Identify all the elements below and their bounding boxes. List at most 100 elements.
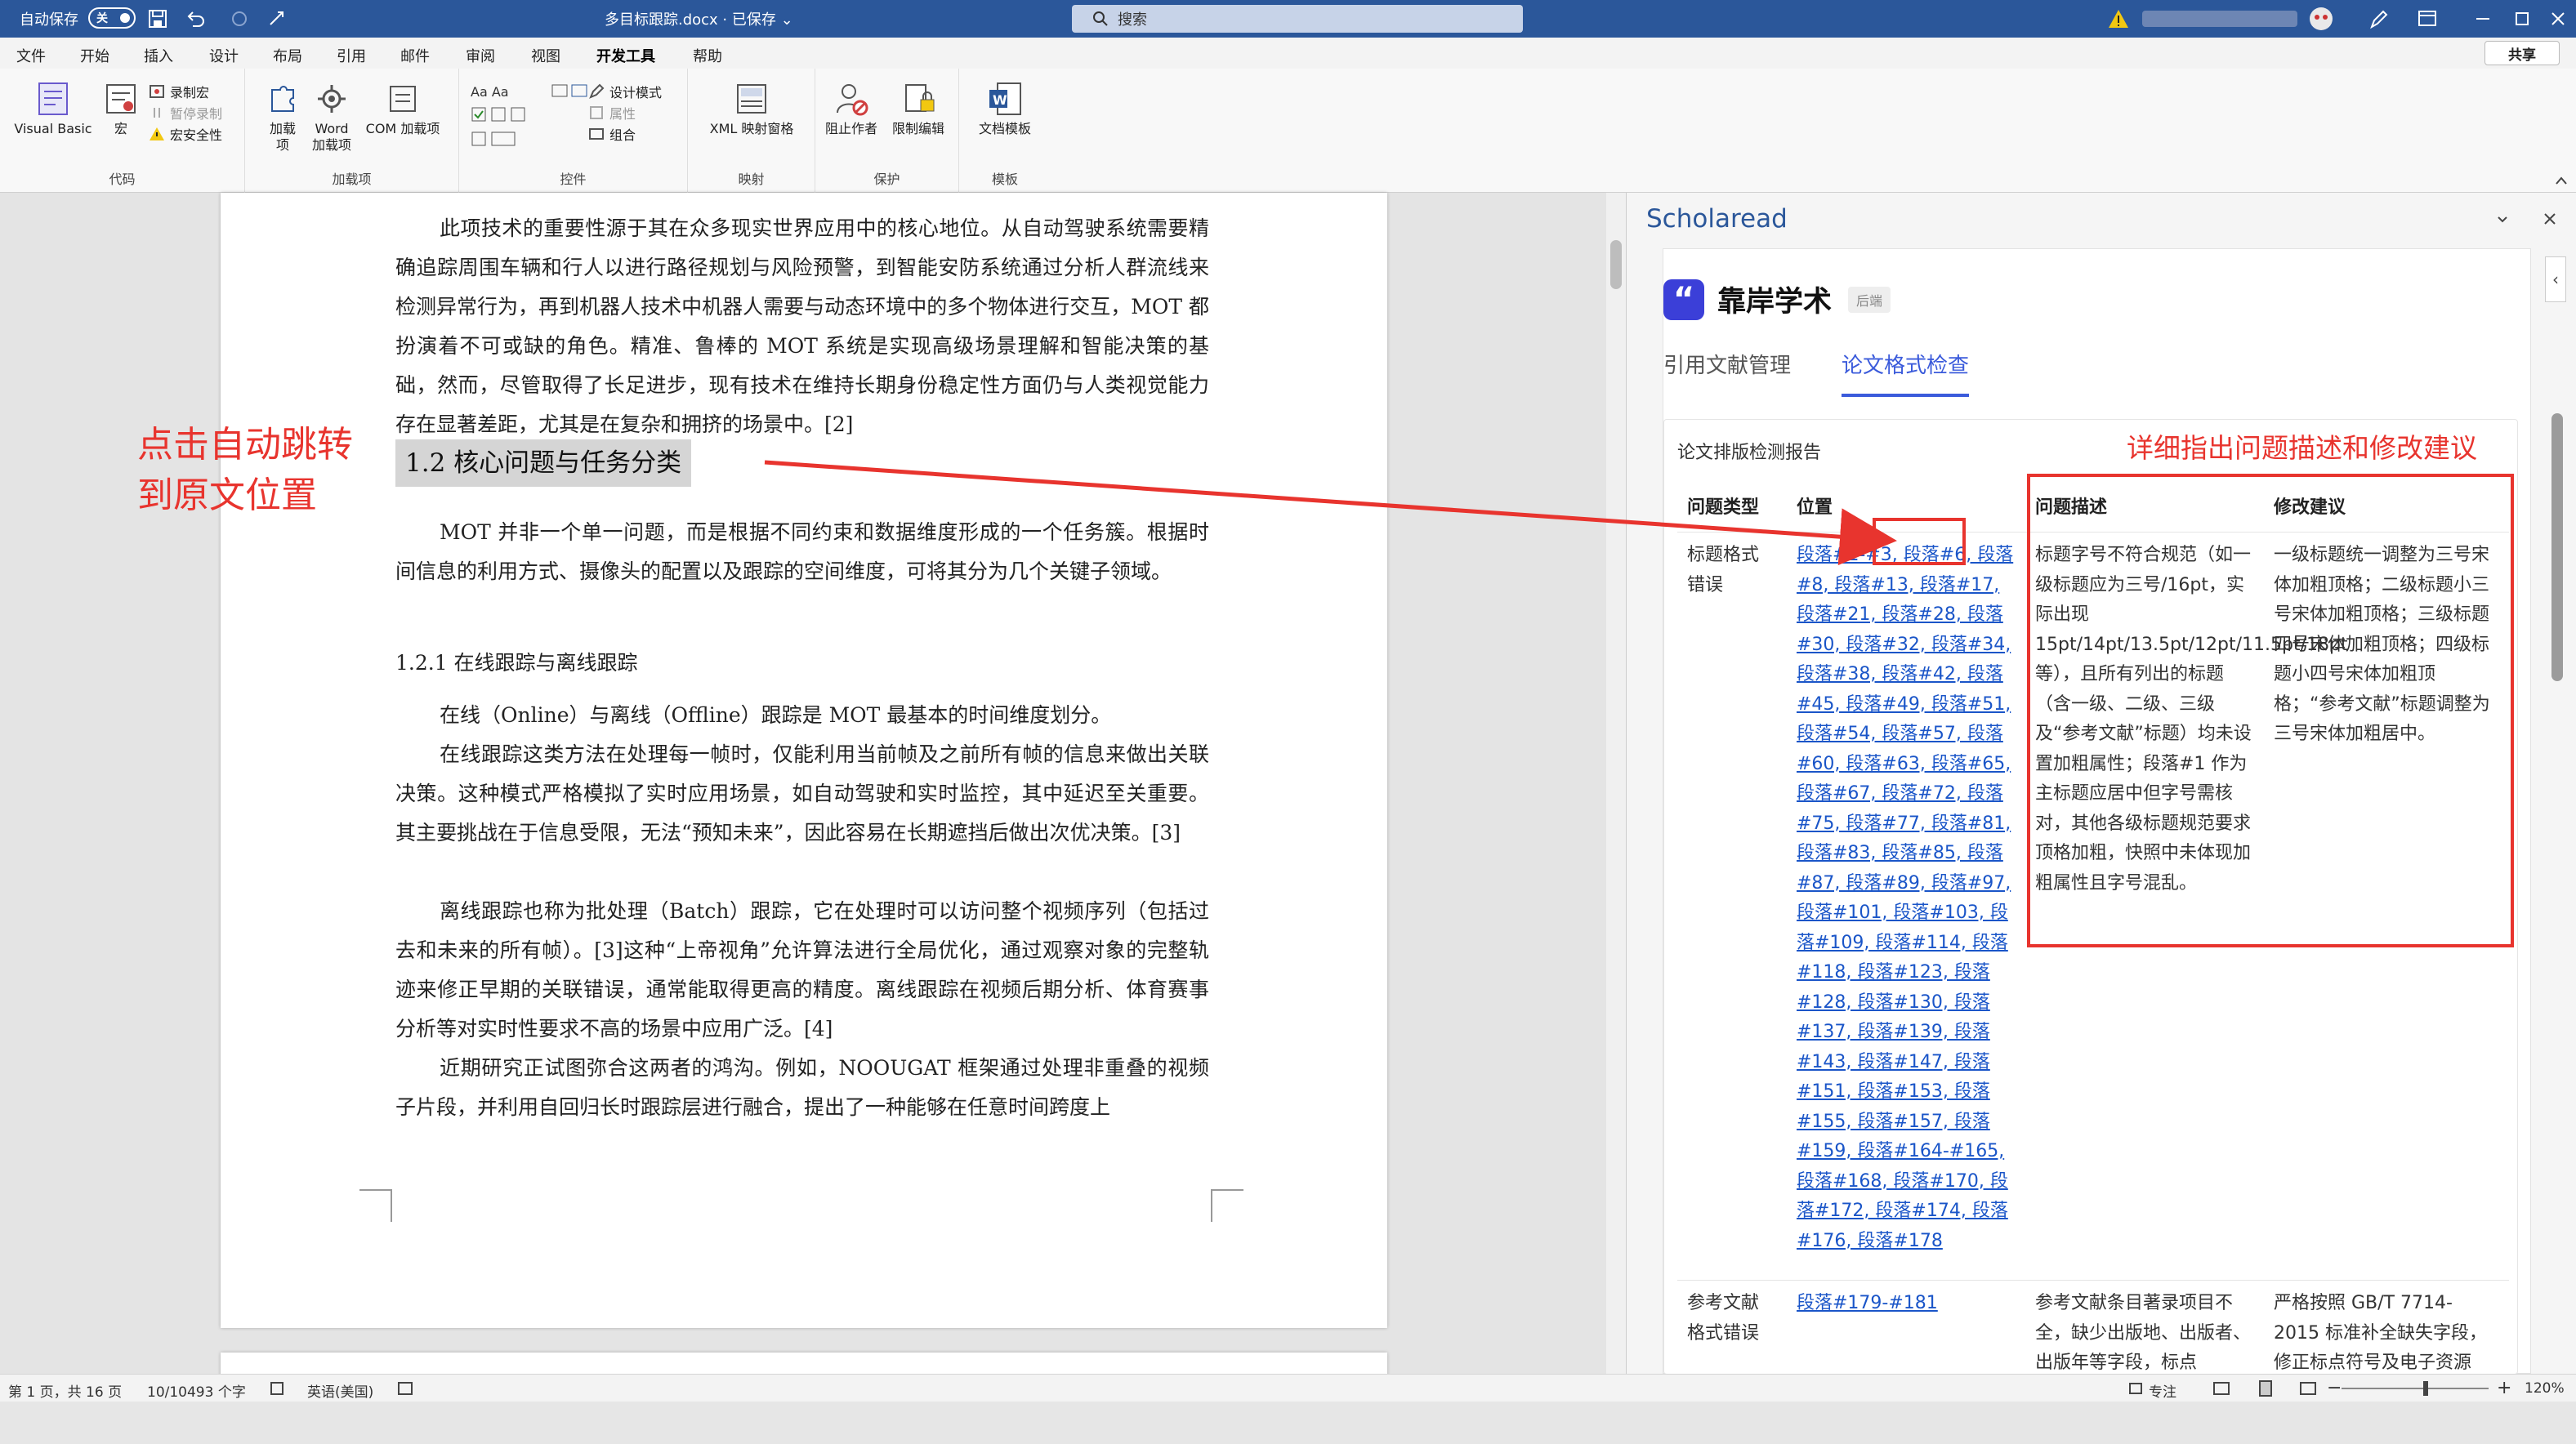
pause-record-button[interactable]: 暂停录制 [149, 103, 222, 123]
document-title[interactable]: 多目标跟踪.docx · 已保存 ⌄ [605, 8, 793, 29]
pane-scrollbar-thumb[interactable] [2551, 413, 2563, 681]
issue-location[interactable]: 段落#179-#181 [1787, 1281, 2024, 1327]
zoom-level[interactable]: 120% [2525, 1380, 2565, 1397]
touch-mode-icon[interactable] [266, 8, 288, 29]
save-icon[interactable] [147, 8, 168, 29]
ribbon: Visual Basic 宏 录制宏 暂停录制 宏安全性 代码 加载项 Word… [0, 69, 2576, 193]
editor-scrollbar-thumb[interactable] [1610, 240, 1622, 289]
col-header-type: 问题类型 [1687, 497, 1760, 518]
paragraph-5[interactable]: 离线跟踪也称为批处理（Batch）跟踪，它在处理时可以访问整个视频序列（包括过去… [395, 892, 1209, 1049]
warning-icon[interactable] [2106, 7, 2131, 31]
properties-icon [590, 106, 603, 119]
minimize-icon[interactable] [2472, 7, 2493, 31]
visual-basic-button[interactable]: Visual Basic [8, 80, 98, 137]
ribbon-group-controls: Aa Aa 设计模式 属性 组合 控件 [459, 69, 688, 193]
tab-home[interactable]: 开始 [80, 45, 109, 66]
web-layout-icon[interactable] [2299, 1381, 2317, 1396]
proofing-icon[interactable] [270, 1381, 286, 1396]
subheading-1-2-1[interactable]: 1.2.1 在线跟踪与离线跟踪 [395, 644, 1209, 683]
design-mode-button[interactable]: 设计模式 [588, 82, 662, 101]
search-box[interactable]: 搜索 [1072, 5, 1523, 33]
xml-mapping-pane-button[interactable]: XML 映射窗格 [696, 80, 807, 137]
read-mode-icon[interactable] [2212, 1381, 2230, 1396]
zoom-out-icon[interactable]: − [2327, 1378, 2342, 1398]
macro-icon [106, 84, 136, 114]
tab-review[interactable]: 审阅 [466, 45, 495, 66]
tab-mailings[interactable]: 邮件 [400, 45, 430, 66]
properties-button[interactable]: 属性 [588, 103, 636, 123]
paragraph-6[interactable]: 近期研究正试图弥合这两者的鸿沟。例如，NOOUGAT 框架通过处理非重叠的视频子… [395, 1049, 1209, 1127]
pane-title: Scholaread [1646, 204, 1788, 234]
pane-close-icon[interactable] [2542, 211, 2558, 227]
pen-icon[interactable] [2368, 7, 2389, 31]
paragraph-2[interactable]: MOT 并非一个单一问题，而是根据不同约束和数据维度形成的一个任务簇。根据时间信… [395, 513, 1209, 591]
ribbon-display-icon[interactable] [2417, 7, 2438, 31]
document-template-button[interactable]: W 文档模板 [964, 80, 1046, 137]
heading-1-2[interactable]: 1.2 核心问题与任务分类 [395, 439, 692, 487]
pane-options-icon[interactable] [2494, 211, 2511, 227]
macro-security-button[interactable]: 宏安全性 [149, 124, 222, 144]
group-label: 组合 [609, 127, 636, 143]
ribbon-group-addins: 加载项 Word 加载项 COM 加载项 加载项 [245, 69, 459, 193]
record-macro-button[interactable]: 录制宏 [149, 82, 209, 101]
tab-references[interactable]: 引用 [337, 45, 366, 66]
tab-format-check[interactable]: 论文格式检查 [1842, 349, 1970, 397]
location-links[interactable]: 段落#179-#181 [1797, 1293, 1938, 1313]
editor-scrollbar[interactable] [1606, 193, 1626, 1374]
focus-mode[interactable]: 专注 [2149, 1380, 2176, 1401]
record-macro-label: 录制宏 [170, 85, 210, 100]
share-label: 共享 [2508, 47, 2536, 64]
issue-location[interactable]: 段落#1-#3, 段落#6, 段落#8, 段落#13, 段落#17, 段落#21… [1787, 533, 2024, 1264]
group-button[interactable]: 组合 [588, 124, 636, 144]
tab-layout[interactable]: 布局 [273, 45, 302, 66]
group-label-code: 代码 [109, 172, 136, 187]
word-count[interactable]: 10/10493 个字 [147, 1380, 246, 1401]
block-authors-button[interactable]: 阻止作者 [820, 80, 882, 137]
paragraph-1[interactable]: 此项技术的重要性源于其在众多现实世界应用中的核心地位。从自动驾驶系统需要精确追踪… [395, 209, 1209, 444]
autosave-toggle[interactable]: 关 [88, 7, 136, 29]
maximize-icon[interactable] [2511, 7, 2533, 31]
com-addins-button[interactable]: COM 加载项 [358, 80, 448, 137]
word-addins-button[interactable]: Word 加载项 [307, 80, 356, 154]
tab-view[interactable]: 视图 [531, 45, 560, 66]
collapse-sidebar-button[interactable]: ‹ [2545, 256, 2566, 302]
close-icon[interactable] [2547, 7, 2569, 31]
page-count[interactable]: 第 1 页，共 16 页 [8, 1380, 122, 1401]
blurred-account-name [2142, 11, 2297, 27]
tab-file[interactable]: 文件 [16, 45, 46, 66]
macro-label: 宏 [114, 121, 127, 136]
accessibility-icon[interactable] [397, 1381, 415, 1396]
tab-citation-management[interactable]: 引用文献管理 [1663, 349, 1791, 379]
paragraph-3[interactable]: 在线（Online）与离线（Offline）跟踪是 MOT 最基本的时间维度划分… [395, 696, 1209, 735]
tab-insert[interactable]: 插入 [144, 45, 173, 66]
tab-design[interactable]: 设计 [209, 45, 239, 66]
issue-suggestion: 严格按照 GB/T 7714-2015 标准补全缺失字段，修正标点符号及电子资源 [2274, 1293, 2487, 1373]
focus-icon[interactable] [2127, 1381, 2144, 1396]
collapse-ribbon-icon[interactable] [2554, 175, 2569, 186]
share-button[interactable]: 共享 [2484, 41, 2560, 65]
macro-button[interactable]: 宏 [98, 80, 144, 137]
macro-security-label: 宏安全性 [170, 127, 223, 143]
tab-developer[interactable]: 开发工具 [596, 45, 655, 73]
print-layout-icon[interactable] [2257, 1379, 2275, 1397]
tab-help[interactable]: 帮助 [693, 45, 722, 66]
restrict-editing-button[interactable]: 限制编辑 [886, 80, 951, 137]
visual-basic-icon [38, 82, 68, 115]
zoom-in-icon[interactable]: + [2497, 1378, 2511, 1398]
language[interactable]: 英语(美国) [307, 1380, 373, 1401]
redo-icon[interactable] [229, 8, 250, 29]
table-row: 参考文献格式错误 段落#179-#181 参考文献条目著录项目不全，缺少出版地、… [1677, 1281, 2509, 1444]
zoom-slider[interactable] [2342, 1388, 2489, 1389]
undo-icon[interactable] [185, 8, 206, 29]
addins-label: 加载项 [269, 121, 296, 153]
pane-scrollbar[interactable] [2548, 405, 2566, 1344]
zoom-slider-knob[interactable] [2423, 1381, 2428, 1396]
location-links[interactable]: 段落#1-#3, 段落#6, 段落#8, 段落#13, 段落#17, 段落#21… [1797, 545, 2013, 1251]
avatar[interactable] [2309, 7, 2333, 31]
controls-grid-icon: Aa Aa [471, 84, 587, 146]
xml-pane-label: XML 映射窗格 [709, 121, 794, 136]
logo-text: 靠岸学术 [1717, 286, 1833, 319]
word-template-icon: W [989, 82, 1021, 115]
addins-button[interactable]: 加载项 [261, 80, 304, 154]
paragraph-4[interactable]: 在线跟踪这类方法在处理每一帧时，仅能利用当前帧及之前所有帧的信息来做出关联决策。… [395, 735, 1209, 853]
